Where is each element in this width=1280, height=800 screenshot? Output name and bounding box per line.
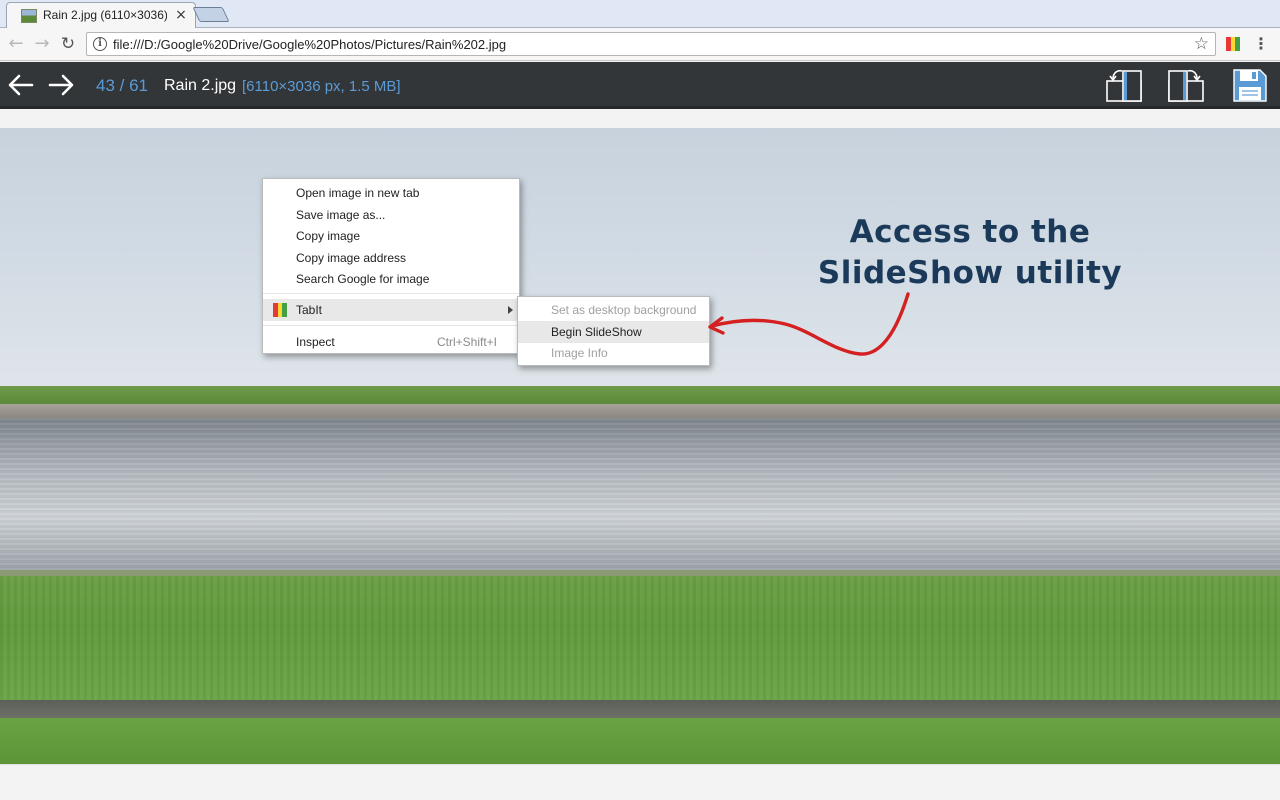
menu-item-search-google-image[interactable]: Search Google for image: [263, 268, 519, 290]
browser-tab[interactable]: Rain 2.jpg (6110×3036) | ×: [6, 2, 196, 28]
tab-title: Rain 2.jpg (6110×3036) |: [43, 8, 167, 22]
viewer-header: 43 / 61 Rain 2.jpg [6110×3036 px, 1.5 MB…: [0, 62, 1280, 109]
menu-item-open-image-new-tab[interactable]: Open image in new tab: [263, 182, 519, 204]
image-fileinfo: [6110×3036 px, 1.5 MB]: [242, 78, 401, 95]
new-tab-icon[interactable]: [192, 7, 230, 22]
image-near-path: [0, 700, 1280, 718]
tabit-submenu: Set as desktop background Begin SlideSho…: [517, 296, 710, 366]
tabit-icon: [273, 303, 287, 317]
menu-item-copy-image[interactable]: Copy image: [263, 225, 519, 247]
viewer-top-margin: [0, 109, 1280, 128]
image-water: [0, 418, 1280, 570]
tab-strip: Rain 2.jpg (6110×3036) | ×: [0, 0, 1280, 28]
forward-button[interactable]: →: [32, 34, 52, 54]
arrow-right-icon[interactable]: [46, 70, 76, 100]
menu-item-inspect[interactable]: Inspect Ctrl+Shift+I: [263, 331, 519, 353]
browser-menu-icon[interactable]: ⋮: [1252, 34, 1270, 54]
image-near-grass: [0, 718, 1280, 764]
menu-item-tabit[interactable]: TabIt: [263, 299, 519, 321]
menu-separator: [263, 325, 519, 326]
menu-item-image-info: Image Info: [551, 346, 608, 360]
annotation-callout: Access to the SlideShow utility: [800, 212, 1140, 294]
image-far-path: [0, 404, 1280, 418]
annotation-arrow-icon: [708, 292, 910, 356]
close-tab-icon[interactable]: ×: [173, 7, 189, 23]
image-grass: [0, 576, 1280, 700]
inspect-shortcut: Ctrl+Shift+I: [436, 335, 497, 349]
menu-item-begin-slideshow[interactable]: Begin SlideShow: [518, 321, 709, 343]
reload-button[interactable]: ↻: [58, 34, 78, 54]
back-button[interactable]: ←: [6, 34, 26, 54]
browser-toolbar: ← → ↻ i file:///D:/Google%20Drive/Google…: [0, 28, 1280, 61]
menu-separator: [263, 293, 519, 294]
menu-item-inspect-label: Inspect: [296, 335, 335, 349]
tabit-extension-icon[interactable]: [1226, 37, 1240, 51]
viewer-footer: [0, 764, 1280, 800]
address-url[interactable]: file:///D:/Google%20Drive/Google%20Photo…: [113, 37, 506, 52]
menu-item-copy-image-address[interactable]: Copy image address: [263, 247, 519, 269]
rotate-right-icon[interactable]: [1167, 67, 1207, 103]
image-thumbnail-icon: [21, 9, 37, 23]
save-icon[interactable]: [1230, 67, 1270, 103]
submenu-arrow-icon: [508, 306, 513, 314]
image-far-grass: [0, 386, 1280, 404]
address-bar[interactable]: i file:///D:/Google%20Drive/Google%20Pho…: [86, 32, 1216, 56]
annotation-line-1: Access to the: [849, 214, 1091, 250]
context-menu: Open image in new tab Save image as... C…: [262, 178, 520, 354]
image-counter: 43 / 61: [96, 76, 148, 95]
bookmark-star-icon[interactable]: ☆: [1194, 34, 1209, 54]
annotation-line-2: SlideShow utility: [817, 255, 1123, 291]
arrow-left-icon[interactable]: [6, 70, 36, 100]
rotate-left-icon[interactable]: [1105, 67, 1145, 103]
menu-item-set-desktop-background: Set as desktop background: [551, 303, 697, 317]
menu-item-tabit-label: TabIt: [296, 303, 323, 317]
info-icon[interactable]: i: [93, 37, 107, 51]
menu-item-save-image-as[interactable]: Save image as...: [263, 204, 519, 226]
image-filename: Rain 2.jpg: [164, 77, 237, 94]
